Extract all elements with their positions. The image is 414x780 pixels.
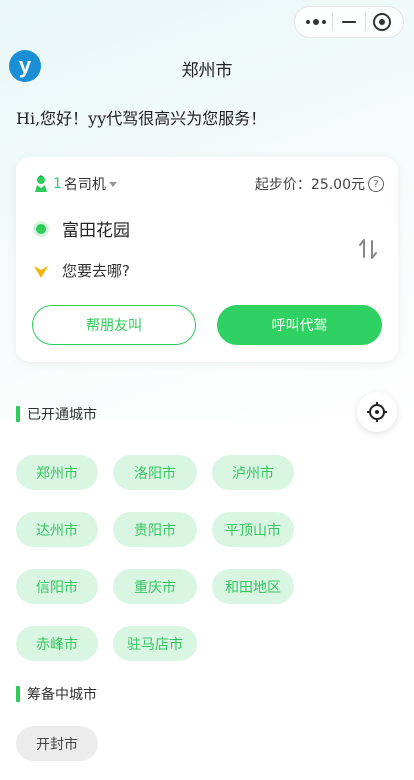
close-button[interactable] xyxy=(367,10,397,34)
section-bar xyxy=(16,406,20,422)
base-price-value: 25.00元 xyxy=(310,177,365,193)
city-chip[interactable]: 信阳市 xyxy=(16,569,98,604)
call-driver-button[interactable]: 呼叫代驾 xyxy=(217,305,382,345)
page-title: 郑州市 xyxy=(181,61,233,81)
more-button[interactable] xyxy=(301,10,331,34)
city-chip[interactable]: 开封市 xyxy=(16,726,98,761)
close-target-icon xyxy=(373,13,391,31)
help-icon[interactable]: ? xyxy=(368,176,384,192)
base-price-label: 起步价： xyxy=(254,177,311,193)
capsule-divider xyxy=(365,13,366,31)
minimize-icon xyxy=(342,21,356,23)
city-chip[interactable]: 重庆市 xyxy=(113,569,197,604)
preparing-cities-label: 筹备中城市 xyxy=(27,687,97,703)
city-chip[interactable]: 贵阳市 xyxy=(113,512,197,547)
locate-icon xyxy=(367,402,387,422)
city-chip[interactable]: 赤峰市 xyxy=(16,626,98,661)
destination-row[interactable]: 您要去哪? xyxy=(33,260,130,281)
destination-marker-icon xyxy=(34,265,48,278)
chevron-down-icon xyxy=(108,181,117,187)
minimize-button[interactable] xyxy=(334,10,364,34)
city-chip[interactable]: 驻马店市 xyxy=(113,626,197,661)
section-bar xyxy=(16,686,20,702)
preparing-cities-title: 筹备中城市 xyxy=(16,684,97,704)
city-chip[interactable]: 平顶山市 xyxy=(212,512,294,547)
driver-count: 1 xyxy=(53,176,62,192)
destination-placeholder: 您要去哪? xyxy=(62,262,130,280)
swap-icon[interactable] xyxy=(356,237,380,261)
start-location: 富田花园 xyxy=(62,221,130,241)
order-card: 1 名司机 起步价： 25.00元 ? 富田花园 您要去哪? 帮朋友叫 呼叫代驾 xyxy=(16,157,398,362)
driver-unit: 名司机 xyxy=(63,177,106,193)
greeting-text: Hi,您好！yy代驾很高兴为您服务！ xyxy=(16,109,267,128)
start-dot-icon xyxy=(33,220,49,237)
more-dots-icon xyxy=(306,19,326,25)
miniprogram-capsule xyxy=(294,6,404,38)
city-chip[interactable]: 洛阳市 xyxy=(113,455,197,490)
city-chip[interactable]: 达州市 xyxy=(16,512,98,547)
locate-button[interactable] xyxy=(357,392,397,432)
city-chip[interactable]: 和田地区 xyxy=(212,569,294,604)
capsule-divider xyxy=(332,13,333,31)
opened-cities-label: 已开通城市 xyxy=(27,407,97,423)
city-chip[interactable]: 郑州市 xyxy=(16,455,98,490)
base-price: 起步价： 25.00元 ? xyxy=(255,174,384,194)
call-for-friend-button[interactable]: 帮朋友叫 xyxy=(32,305,196,345)
start-location-row[interactable]: 富田花园 xyxy=(33,216,130,241)
city-chip[interactable]: 泸州市 xyxy=(212,455,294,490)
driver-icon xyxy=(35,175,47,192)
driver-count-selector[interactable]: 1 名司机 xyxy=(33,174,117,194)
opened-cities-title: 已开通城市 xyxy=(16,404,97,424)
